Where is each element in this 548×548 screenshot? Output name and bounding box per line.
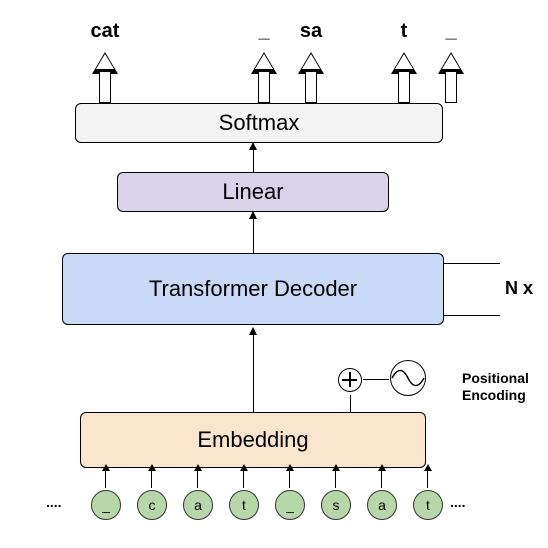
output-label: t: [401, 20, 408, 43]
arrow-up-icon: [151, 470, 152, 488]
arrow-up-icon: [381, 470, 382, 488]
arrow-up-icon: [253, 149, 254, 172]
arrow-up-icon: [197, 470, 198, 488]
connector-line: [350, 395, 351, 412]
ellipsis-right: ....: [450, 494, 466, 510]
output-label: _: [258, 20, 269, 43]
add-icon: [338, 368, 362, 392]
repeat-label: N x: [505, 278, 533, 299]
upward-arrow-icon: [251, 52, 277, 74]
input-token: t: [413, 490, 443, 520]
arrow-up-icon: [427, 470, 428, 488]
upward-arrow-icon: [438, 52, 464, 74]
arrow-up-icon: [289, 470, 290, 488]
arrow-up-icon: [105, 470, 106, 488]
arrow-up-icon: [335, 470, 336, 488]
output-label: cat: [91, 20, 120, 43]
arrow-up-icon: [253, 334, 254, 412]
embedding-layer: Embedding: [80, 412, 426, 468]
repeat-connector: [444, 315, 500, 316]
linear-layer: Linear: [117, 172, 389, 212]
arrow-up-icon: [243, 470, 244, 488]
transformer-decoder-layer: Transformer Decoder: [62, 253, 444, 325]
input-token: _: [275, 490, 305, 520]
output-label: sa: [300, 20, 322, 43]
positional-encoding-label: Positional Encoding: [462, 370, 529, 404]
input-token: _: [91, 490, 121, 520]
diagram-canvas: cat _ sa t _ Softmax Linear Transformer …: [0, 0, 548, 548]
upward-arrow-icon: [298, 52, 324, 74]
upward-arrow-icon: [391, 52, 417, 74]
softmax-layer: Softmax: [75, 103, 443, 143]
positional-encoding-icon: [390, 360, 426, 396]
input-token: a: [367, 490, 397, 520]
repeat-connector: [444, 263, 500, 264]
ellipsis-left: ....: [46, 494, 62, 510]
upward-arrow-icon: [92, 52, 118, 74]
output-label: _: [445, 20, 456, 43]
arrow-up-icon: [253, 218, 254, 253]
input-token: a: [183, 490, 213, 520]
input-token: t: [229, 490, 259, 520]
input-token: s: [321, 490, 351, 520]
connector-line: [363, 379, 389, 380]
input-token: c: [137, 490, 167, 520]
